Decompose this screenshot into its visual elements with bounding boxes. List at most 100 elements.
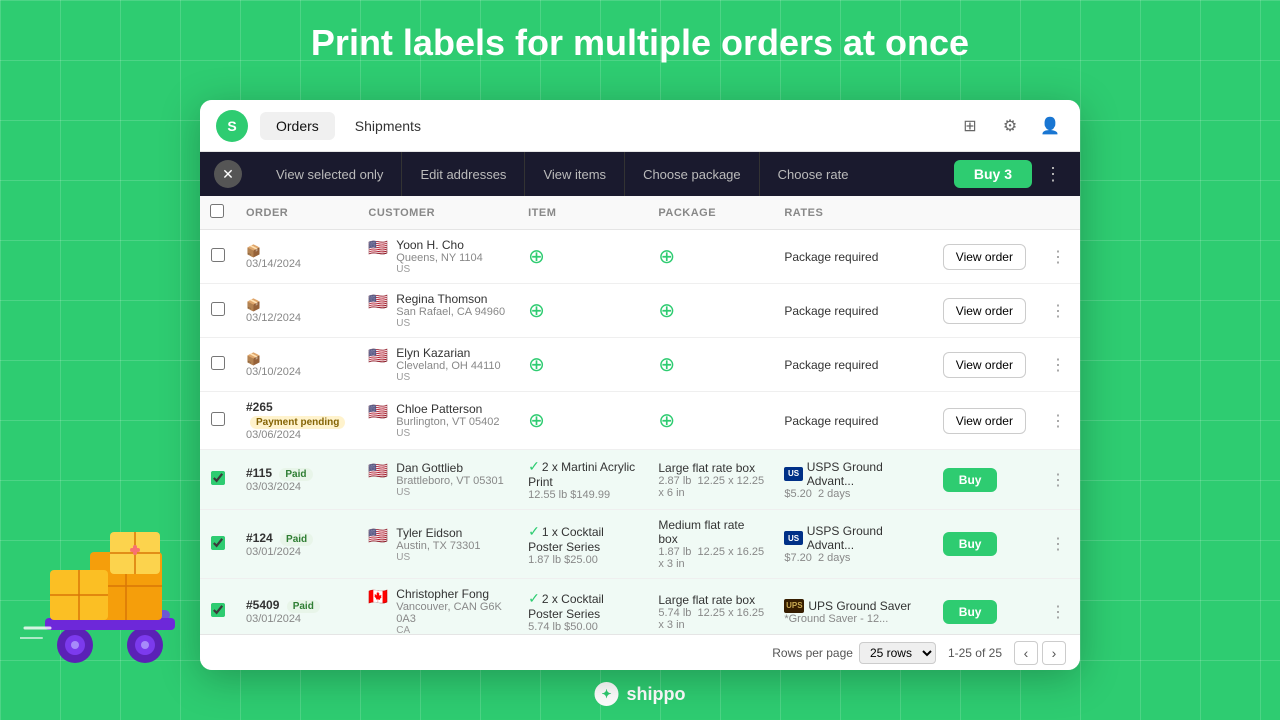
package-cell: Large flat rate box2.87 lb 12.25 x 12.25… <box>648 450 774 510</box>
carrier-name: USPS Ground Advant... <box>807 460 923 488</box>
row-more-icon[interactable]: ⋮ <box>1046 247 1070 268</box>
customer-cell: 🇺🇸Chloe PattersonBurlington, VT 05402US <box>358 392 518 450</box>
add-package-icon[interactable]: ⊕ <box>658 300 675 322</box>
item-weight: 12.55 lb $149.99 <box>528 489 638 501</box>
rows-per-page-select[interactable]: 25 rows 50 rows <box>859 642 936 664</box>
row-checkbox[interactable] <box>211 412 225 426</box>
edit-addresses-button[interactable]: Edit addresses <box>402 152 525 196</box>
page-navigation: ‹ › <box>1014 641 1066 665</box>
package-name: Large flat rate box <box>658 461 764 475</box>
customer-city: Queens, NY 1104 <box>396 252 482 264</box>
order-date: 03/06/2024 <box>246 429 348 441</box>
rate-cell: USUSPS Ground Advant...$7.20 2 days <box>774 510 932 579</box>
country-code: US <box>396 552 480 563</box>
row-checkbox[interactable] <box>211 356 225 370</box>
order-cell: 📦03/12/2024 <box>236 284 358 338</box>
add-item-icon[interactable]: ⊕ <box>528 246 545 268</box>
select-all-header[interactable] <box>200 196 236 230</box>
item-col-header: ITEM <box>518 196 648 230</box>
view-items-button[interactable]: View items <box>525 152 625 196</box>
rate-cell: Package required <box>774 392 932 450</box>
country-flag: 🇺🇸 <box>368 526 388 546</box>
row-checkbox[interactable] <box>211 536 225 550</box>
view-order-button[interactable]: View order <box>943 352 1026 378</box>
view-selected-only-button[interactable]: View selected only <box>258 152 402 196</box>
customer-name: Chloe Patterson <box>396 402 499 416</box>
row-more-icon[interactable]: ⋮ <box>1046 470 1070 491</box>
add-item-icon[interactable]: ⊕ <box>528 410 545 432</box>
row-more-icon[interactable]: ⋮ <box>1046 411 1070 432</box>
buy-button[interactable]: Buy 3 <box>954 160 1032 188</box>
action-cell: Buy <box>933 450 1036 510</box>
package-cell: Large flat rate box5.74 lb 12.25 x 16.25… <box>648 579 774 635</box>
tab-shipments[interactable]: Shipments <box>339 112 437 140</box>
order-number: #124 Paid <box>246 531 348 546</box>
orders-table-wrap: ORDER CUSTOMER ITEM PACKAGE RATES 📦03/14… <box>200 196 1080 634</box>
carrier-icon: US <box>784 467 802 481</box>
row-checkbox[interactable] <box>211 471 225 485</box>
view-order-button[interactable]: View order <box>943 408 1026 434</box>
rate-price: *Ground Saver - 12... <box>784 613 888 625</box>
customer-cell: 🇨🇦Christopher FongVancouver, CAN G6K 0A3… <box>358 579 518 635</box>
row-checkbox[interactable] <box>211 248 225 262</box>
item-qty: ✓1 x Cocktail Poster Series <box>528 523 638 554</box>
order-date: 03/14/2024 <box>246 258 348 270</box>
action-more-icon[interactable]: ⋮ <box>1040 164 1066 185</box>
order-badge: Paid <box>287 600 320 613</box>
row-more-cell: ⋮ <box>1036 284 1080 338</box>
add-item-icon[interactable]: ⊕ <box>528 300 545 322</box>
item-qty: ✓2 x Cocktail Poster Series <box>528 590 638 621</box>
rows-per-page: Rows per page 25 rows 50 rows <box>772 642 936 664</box>
country-code: US <box>396 372 500 383</box>
add-package-icon[interactable]: ⊕ <box>658 354 675 376</box>
customer-city: Vancouver, CAN G6K 0A3 <box>396 601 508 625</box>
rate-cell: Package required <box>774 338 932 392</box>
next-page-button[interactable]: › <box>1042 641 1066 665</box>
add-package-icon[interactable]: ⊕ <box>658 246 675 268</box>
view-order-button[interactable]: View order <box>943 298 1026 324</box>
close-selection-button[interactable]: ✕ <box>214 160 242 188</box>
row-checkbox[interactable] <box>211 603 225 617</box>
view-order-button[interactable]: View order <box>943 244 1026 270</box>
order-cell: #124 Paid03/01/2024 <box>236 510 358 579</box>
settings-icon[interactable]: ⚙ <box>996 112 1024 140</box>
customer-name: Regina Thomson <box>396 292 505 306</box>
customer-city: Brattleboro, VT 05301 <box>396 475 503 487</box>
select-all-checkbox[interactable] <box>210 204 224 218</box>
table-row: #124 Paid03/01/2024🇺🇸Tyler EidsonAustin,… <box>200 510 1080 579</box>
tab-orders[interactable]: Orders <box>260 112 335 140</box>
order-badge: Payment pending <box>250 416 345 429</box>
account-icon[interactable]: 👤 <box>1036 112 1064 140</box>
row-more-icon[interactable]: ⋮ <box>1046 355 1070 376</box>
choose-package-button[interactable]: Choose package <box>625 152 760 196</box>
order-date: 03/10/2024 <box>246 366 348 378</box>
add-package-icon[interactable]: ⊕ <box>658 410 675 432</box>
rate-required-label: Package required <box>784 414 878 428</box>
row-more-cell: ⋮ <box>1036 230 1080 284</box>
app-logo: S <box>216 110 248 142</box>
row-more-icon[interactable]: ⋮ <box>1046 534 1070 555</box>
customer-city: Cleveland, OH 44110 <box>396 360 500 372</box>
order-date: 03/01/2024 <box>246 546 348 558</box>
action-cell: View order <box>933 338 1036 392</box>
buy-label-button[interactable]: Buy <box>943 600 998 624</box>
customer-cell: 🇺🇸Dan GottliebBrattleboro, VT 05301US <box>358 450 518 510</box>
nav-tabs: Orders Shipments <box>260 112 437 140</box>
customer-city: San Rafael, CA 94960 <box>396 306 505 318</box>
prev-page-button[interactable]: ‹ <box>1014 641 1038 665</box>
country-flag: 🇺🇸 <box>368 292 388 312</box>
add-item-icon[interactable]: ⊕ <box>528 354 545 376</box>
choose-rate-button[interactable]: Choose rate <box>760 152 867 196</box>
item-cell: ⊕ <box>518 392 648 450</box>
order-cell: 📦03/14/2024 <box>236 230 358 284</box>
buy-label-button[interactable]: Buy <box>943 468 998 492</box>
row-more-icon[interactable]: ⋮ <box>1046 602 1070 623</box>
grid-icon[interactable]: ⊞ <box>956 112 984 140</box>
package-cell: ⊕ <box>648 338 774 392</box>
rate-cell: Package required <box>774 284 932 338</box>
table-row: #5409 Paid03/01/2024🇨🇦Christopher FongVa… <box>200 579 1080 635</box>
row-checkbox[interactable] <box>211 302 225 316</box>
order-cell: #265 Payment pending03/06/2024 <box>236 392 358 450</box>
row-more-icon[interactable]: ⋮ <box>1046 301 1070 322</box>
buy-label-button[interactable]: Buy <box>943 532 998 556</box>
